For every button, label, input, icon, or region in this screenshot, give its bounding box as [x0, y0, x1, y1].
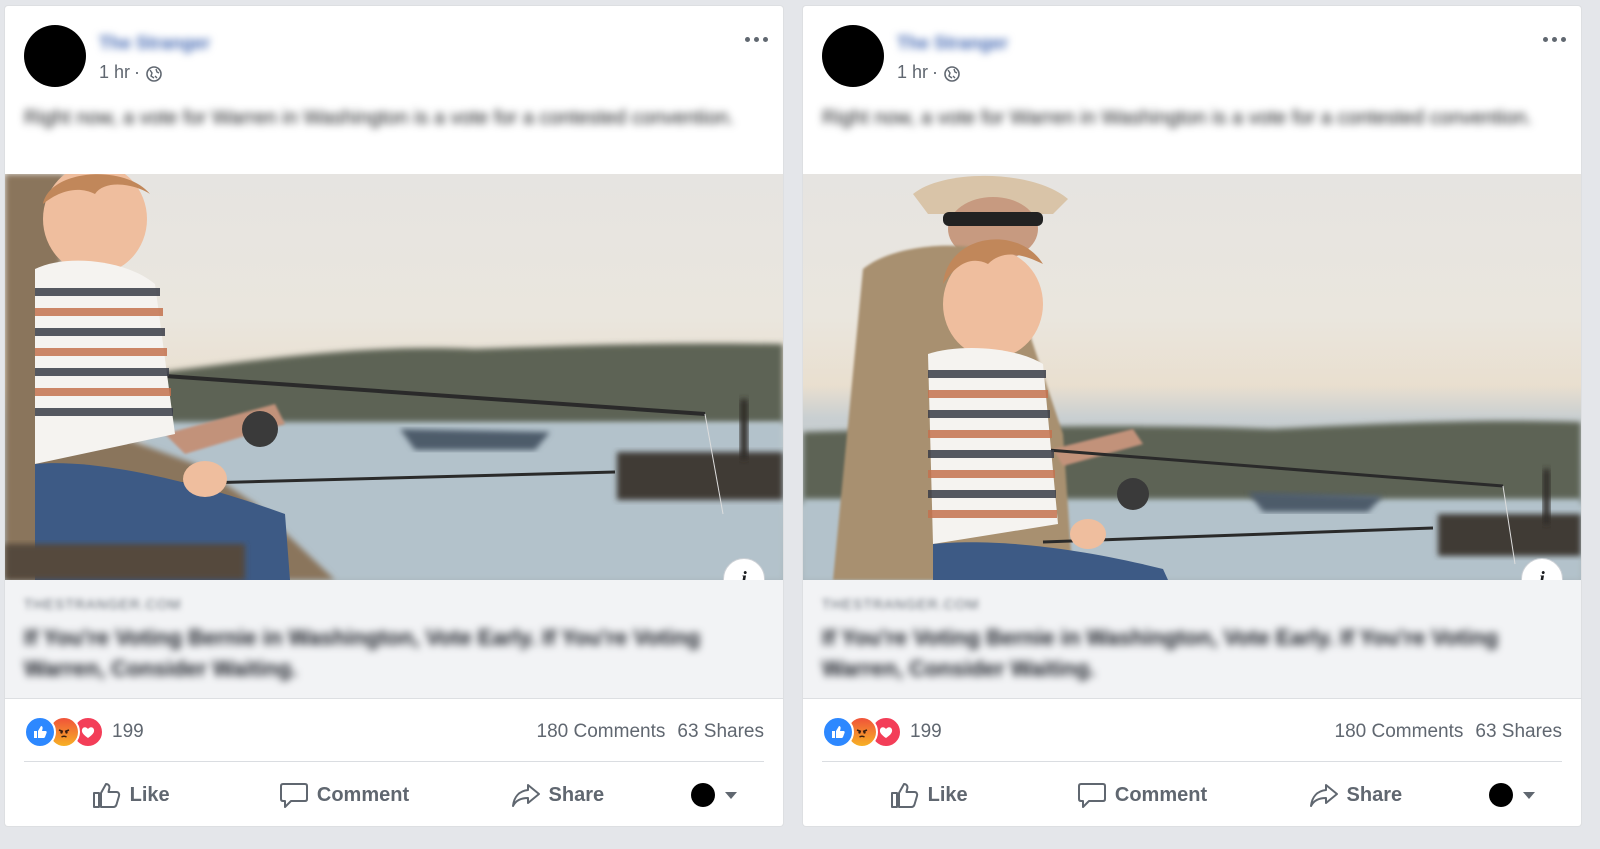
- reaction-count[interactable]: 199: [910, 721, 942, 743]
- thumbs-up-icon: [890, 783, 918, 808]
- shares-count[interactable]: 63 Shares: [677, 721, 764, 743]
- divider: [822, 761, 1562, 762]
- comment-label: Comment: [316, 783, 410, 806]
- divider: [24, 761, 764, 762]
- comments-count[interactable]: 180 Comments: [537, 721, 666, 743]
- share-button[interactable]: Share: [451, 781, 664, 809]
- facebook-post-left: The Stranger 1 hr · Right now, a vote fo…: [5, 6, 783, 826]
- post-as-selector[interactable]: [1462, 783, 1562, 807]
- globe-icon[interactable]: [146, 65, 162, 82]
- post-timestamp[interactable]: 1 hr: [99, 62, 130, 83]
- link-title[interactable]: If You're Voting Bernie in Washington, V…: [822, 622, 1522, 684]
- link-preview[interactable]: THESTRANGER.COM If You're Voting Bernie …: [5, 580, 783, 699]
- share-arrow-icon: [1309, 784, 1338, 807]
- fishing-photo-scene: [5, 174, 783, 580]
- link-domain: THESTRANGER.COM: [24, 596, 182, 612]
- reactions-summary[interactable]: 199: [24, 716, 144, 748]
- fishing-photo-scene: [803, 175, 1581, 580]
- action-bar: Like Comment Share: [24, 770, 764, 820]
- comment-bubble-icon: [279, 783, 308, 808]
- profile-avatar: [1488, 783, 1513, 807]
- more-options-icon[interactable]: [739, 26, 773, 52]
- link-domain: THESTRANGER.COM: [822, 596, 980, 612]
- share-label: Share: [548, 783, 605, 806]
- post-image[interactable]: i: [5, 174, 783, 580]
- engagement-counts: 180 Comments 63 Shares: [537, 721, 764, 743]
- share-arrow-icon: [511, 784, 540, 807]
- comment-button[interactable]: Comment: [1035, 781, 1248, 809]
- facebook-post-right: The Stranger 1 hr · Right now, a vote fo…: [803, 6, 1581, 826]
- comment-bubble-icon: [1077, 783, 1106, 808]
- globe-icon[interactable]: [944, 65, 960, 82]
- share-button[interactable]: Share: [1249, 781, 1462, 809]
- post-meta: 1 hr ·: [99, 62, 162, 83]
- link-title[interactable]: If You're Voting Bernie in Washington, V…: [24, 622, 724, 684]
- profile-avatar: [690, 783, 715, 807]
- post-meta: 1 hr ·: [897, 62, 960, 83]
- post-message: Right now, a vote for Warren in Washingt…: [24, 107, 735, 129]
- more-options-icon[interactable]: [1537, 26, 1571, 52]
- share-label: Share: [1346, 783, 1403, 806]
- meta-separator: ·: [932, 62, 939, 82]
- page-avatar[interactable]: [822, 25, 884, 87]
- post-message: Right now, a vote for Warren in Washingt…: [822, 107, 1533, 129]
- comments-count[interactable]: 180 Comments: [1335, 721, 1464, 743]
- post-stats: 199 180 Comments 63 Shares: [822, 714, 1562, 750]
- caret-down-icon: [1522, 791, 1535, 799]
- caret-down-icon: [724, 791, 737, 799]
- thumbs-up-icon: [92, 783, 120, 808]
- post-timestamp[interactable]: 1 hr: [897, 62, 928, 83]
- shares-count[interactable]: 63 Shares: [1475, 721, 1562, 743]
- post-stats: 199 180 Comments 63 Shares: [24, 714, 764, 750]
- page-avatar[interactable]: [24, 25, 86, 87]
- post-image[interactable]: i: [803, 174, 1581, 580]
- comment-button[interactable]: Comment: [237, 781, 450, 809]
- like-label: Like: [927, 783, 968, 806]
- engagement-counts: 180 Comments 63 Shares: [1335, 721, 1562, 743]
- page-name-link[interactable]: The Stranger: [99, 33, 210, 54]
- post-as-selector[interactable]: [664, 783, 764, 807]
- link-preview[interactable]: THESTRANGER.COM If You're Voting Bernie …: [803, 580, 1581, 699]
- meta-separator: ·: [134, 62, 141, 82]
- action-bar: Like Comment Share: [822, 770, 1562, 820]
- comment-label: Comment: [1114, 783, 1208, 806]
- page-name-link[interactable]: The Stranger: [897, 33, 1008, 54]
- like-button[interactable]: Like: [822, 781, 1035, 809]
- like-label: Like: [129, 783, 170, 806]
- like-reaction-icon: [24, 716, 56, 748]
- like-reaction-icon: [822, 716, 854, 748]
- reactions-summary[interactable]: 199: [822, 716, 942, 748]
- reaction-count[interactable]: 199: [112, 721, 144, 743]
- like-button[interactable]: Like: [24, 781, 237, 809]
